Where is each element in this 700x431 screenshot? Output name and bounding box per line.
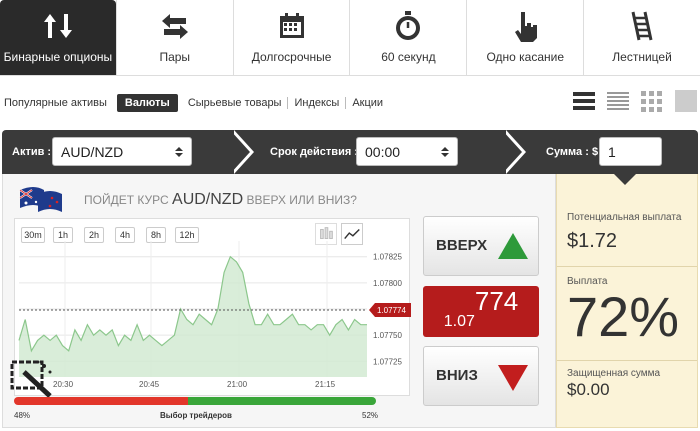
expiry-select[interactable]: 00:00 xyxy=(356,137,458,166)
magic-wand-icon[interactable] xyxy=(10,358,58,398)
asset-category-nav: Популярные активы Валюты Сырьевые товары… xyxy=(4,94,389,112)
single-view-icon[interactable] xyxy=(674,89,698,113)
question-prefix: ПОЙДЕТ КУРС xyxy=(84,193,169,207)
protected-amount-value: $0.00 xyxy=(567,380,610,399)
price-chart: 30m 1h 2h 4h 8h 12h 1.078251.078001.0777… xyxy=(14,218,411,396)
tab-label: Долгосрочные xyxy=(251,50,332,64)
compact-list-view-icon[interactable] xyxy=(606,89,630,113)
select-arrows-icon xyxy=(175,147,183,157)
tab-pairs[interactable]: Пары xyxy=(115,0,233,75)
hand-pointer-icon xyxy=(515,12,538,42)
expiry-value: 00:00 xyxy=(365,144,401,160)
sentiment-down-percent: 48% xyxy=(14,411,31,420)
chevron-separator-icon xyxy=(506,130,526,174)
down-arrow-icon xyxy=(498,365,528,391)
x-tick-label: 20:45 xyxy=(139,380,160,389)
amount-value: 1 xyxy=(608,144,616,160)
divider xyxy=(557,360,697,361)
sentiment-down-fill xyxy=(14,397,188,405)
stopwatch-icon xyxy=(396,11,421,40)
current-price-tag-label: 1.07774 xyxy=(377,306,406,315)
question-pair: AUD/NZD xyxy=(172,191,244,208)
tab-label: 60 секунд xyxy=(381,50,436,64)
grid-view-icon[interactable] xyxy=(640,89,664,113)
chevron-separator-icon xyxy=(234,130,254,174)
up-label: ВВЕРХ xyxy=(436,237,488,254)
tab-label: Лестницей xyxy=(612,50,672,64)
up-arrow-icon xyxy=(498,233,528,259)
trade-settings-bar: Актив : AUD/NZD Срок действия : 00:00 Су… xyxy=(2,130,698,174)
y-tick-label: 1.07750 xyxy=(373,331,402,340)
tab-ladder[interactable]: Лестницей xyxy=(583,0,700,75)
view-switcher xyxy=(572,89,698,113)
list-view-icon[interactable] xyxy=(572,89,596,113)
category-commodities[interactable]: Сырьевые товары xyxy=(182,97,288,109)
payout-panel: Потенциальная выплата $1.72 Выплата 72% … xyxy=(556,173,698,428)
trader-sentiment-bar xyxy=(14,397,376,405)
expiry-label: Срок действия : xyxy=(270,146,358,158)
y-tick-label: 1.07825 xyxy=(373,253,402,262)
asset-label: Актив : xyxy=(12,146,52,158)
pointer-notch-icon xyxy=(613,173,637,185)
category-currencies[interactable]: Валюты xyxy=(116,94,178,112)
calendar-icon xyxy=(279,13,304,38)
tab-one-touch[interactable]: Одно касание xyxy=(466,0,584,75)
put-down-button[interactable]: ВНИЗ xyxy=(423,346,539,406)
asset-value: AUD/NZD xyxy=(61,144,124,160)
tab-long-term[interactable]: Долгосрочные xyxy=(232,0,350,75)
tab-60-seconds[interactable]: 60 секунд xyxy=(349,0,467,75)
divider xyxy=(557,266,697,267)
australia-flag-icon xyxy=(19,187,62,212)
potential-payout-label: Потенциальная выплата xyxy=(567,212,682,223)
tab-label: Бинарные опционы xyxy=(3,50,113,64)
tab-label: Одно касание xyxy=(486,50,565,64)
current-price-display: 1.07774 xyxy=(423,286,539,337)
x-tick-label: 21:15 xyxy=(315,380,336,389)
y-tick-label: 1.07725 xyxy=(373,357,402,366)
category-indices[interactable]: Индексы xyxy=(287,97,345,109)
ladder-icon xyxy=(631,11,653,41)
tab-label: Пары xyxy=(159,50,191,64)
question-suffix: ВВЕРХ ИЛИ ВНИЗ? xyxy=(246,193,357,207)
price-pips: 774 xyxy=(474,286,519,316)
amount-label: Сумма : $ xyxy=(546,146,599,158)
potential-payout-value: $1.72 xyxy=(567,230,618,252)
trading-platform: Бинарные опционы Пары Долгосрочные 60 се… xyxy=(0,0,700,431)
category-popular[interactable]: Популярные активы xyxy=(4,97,113,109)
y-tick-label: 1.07800 xyxy=(373,279,402,288)
protected-amount-label: Защищенная сумма xyxy=(567,368,661,379)
price-main: 1.07 xyxy=(443,313,475,330)
option-type-tabs: Бинарные опционы Пары Долгосрочные 60 се… xyxy=(0,0,700,76)
down-label: ВНИЗ xyxy=(436,367,478,384)
sentiment-up-fill xyxy=(187,397,376,405)
arrows-leftright-icon xyxy=(161,14,188,39)
tab-binary-options[interactable]: Бинарные опционы xyxy=(0,0,116,75)
sentiment-label: Выбор трейдеров xyxy=(160,411,232,420)
call-up-button[interactable]: ВВЕРХ xyxy=(423,216,539,276)
price-area xyxy=(19,256,367,377)
sentiment-up-percent: 52% xyxy=(362,411,379,420)
asset-select[interactable]: AUD/NZD xyxy=(52,137,192,166)
arrows-updown-icon xyxy=(43,14,72,38)
chart-canvas: 1.078251.078001.077751.077501.0772520:30… xyxy=(18,241,411,389)
category-stocks[interactable]: Акции xyxy=(345,97,389,109)
amount-input[interactable]: 1 xyxy=(599,137,662,166)
x-tick-label: 21:00 xyxy=(227,380,248,389)
question-text: ПОЙДЕТ КУРС AUD/NZD ВВЕРХ ИЛИ ВНИЗ? xyxy=(84,191,357,209)
select-arrows-icon xyxy=(441,147,449,157)
payout-value: 72% xyxy=(567,285,680,348)
